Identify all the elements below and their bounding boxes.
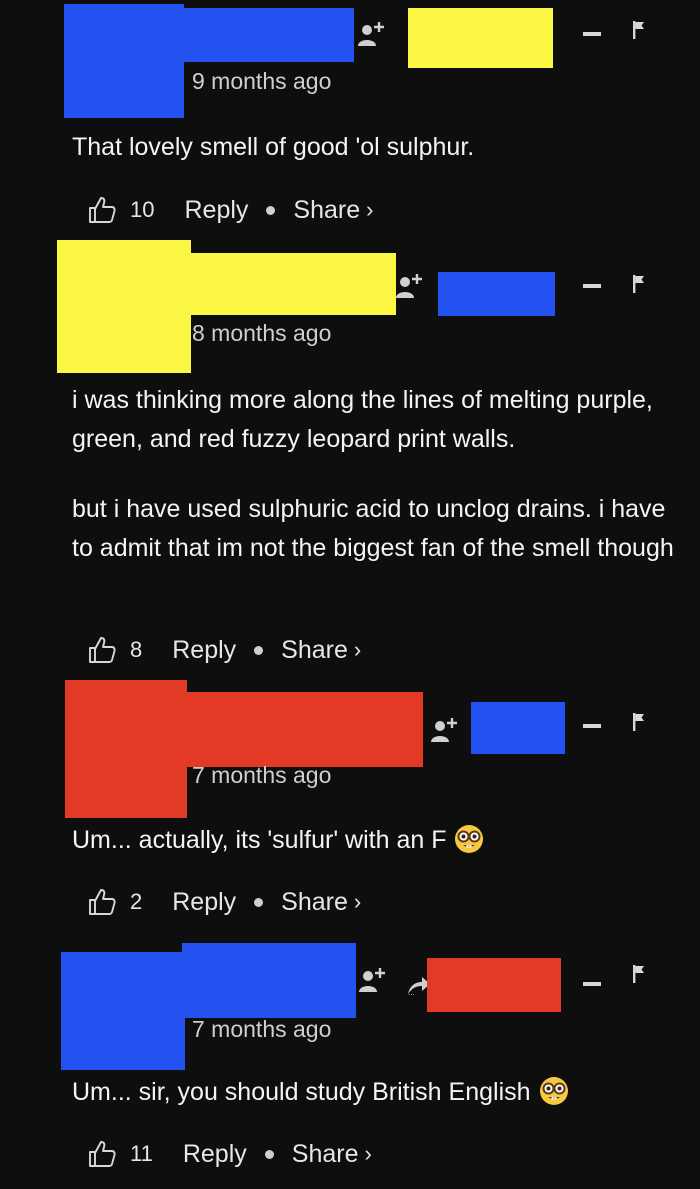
username[interactable] — [182, 943, 356, 1018]
chevron-right-icon: › — [364, 1141, 372, 1166]
comment-text: Um... sir, you should study British Engl… — [72, 1073, 682, 1112]
like-count: 11 — [130, 1141, 153, 1166]
separator-dot — [254, 897, 264, 907]
follow-icon[interactable] — [428, 714, 460, 746]
thumbs-up-icon[interactable] — [86, 634, 118, 666]
separator-dot — [264, 1149, 274, 1159]
comment-time: 9 months ago — [192, 68, 332, 94]
avatar[interactable] — [64, 4, 184, 118]
share-button[interactable]: Share — [292, 1140, 359, 1169]
comment: 7 months ago Um... actually, its 'sulfur… — [0, 676, 700, 936]
thumbs-up-icon[interactable] — [86, 886, 118, 918]
flag-icon[interactable] — [632, 274, 646, 294]
comment-actions: 8 Reply Share › — [86, 634, 361, 666]
reply-button[interactable]: Reply — [183, 1140, 247, 1169]
username[interactable] — [180, 8, 354, 62]
comment: 7 months ago Um... sir, you should study… — [0, 936, 700, 1189]
username[interactable] — [182, 692, 423, 767]
comment-paragraph: but i have used sulphuric acid to unclog… — [72, 495, 674, 562]
comment-text: That lovely smell of good 'ol sulphur. — [72, 128, 682, 167]
share-button[interactable]: Share — [293, 196, 360, 225]
comment: 8 months ago i was thinking more along t… — [0, 236, 700, 676]
thumbs-up-icon[interactable] — [86, 1138, 118, 1170]
comment-text: i was thinking more along the lines of m… — [72, 381, 682, 568]
minus-icon[interactable] — [583, 284, 601, 288]
thumbs-up-icon[interactable] — [86, 194, 118, 226]
comment-paragraph: That lovely smell of good 'ol sulphur. — [72, 133, 475, 161]
follow-icon[interactable] — [356, 964, 388, 996]
comment-time: 8 months ago — [192, 320, 332, 346]
minus-icon[interactable] — [583, 982, 601, 986]
flag-icon[interactable] — [632, 712, 646, 732]
reply-button[interactable]: Reply — [172, 636, 236, 665]
badge — [471, 702, 565, 754]
comment-actions: 2 Reply Share › — [86, 886, 361, 918]
like-count: 2 — [130, 889, 143, 914]
nerd-face-emoji — [539, 1076, 569, 1106]
chevron-right-icon: › — [353, 889, 362, 914]
comment-paragraph-text: Um... actually, its 'sulfur' with an F — [72, 826, 447, 854]
comment-paragraph: Um... sir, you should study British Engl… — [72, 1073, 682, 1112]
avatar[interactable] — [57, 240, 191, 373]
comment-actions: 10 Reply Share › — [86, 194, 373, 226]
separator-dot — [254, 645, 264, 655]
comment-paragraph-text: Um... sir, you should study British Engl… — [72, 1078, 531, 1106]
avatar[interactable] — [65, 680, 187, 818]
avatar[interactable] — [61, 952, 185, 1070]
share-button[interactable]: Share — [281, 636, 348, 665]
comment-time: 7 months ago — [192, 1016, 332, 1042]
flag-icon[interactable] — [632, 20, 646, 40]
comment-time: 7 months ago — [192, 762, 332, 788]
badge — [438, 272, 555, 316]
like-count: 10 — [130, 197, 155, 222]
badge — [427, 958, 561, 1012]
comment-text: Um... actually, its 'sulfur' with an F — [72, 821, 682, 860]
like-count: 8 — [130, 637, 143, 662]
nerd-face-emoji — [454, 824, 484, 854]
minus-icon[interactable] — [583, 724, 601, 728]
share-button[interactable]: Share — [281, 888, 348, 917]
flag-icon[interactable] — [632, 964, 646, 984]
badge — [408, 8, 553, 68]
separator-dot — [266, 205, 276, 215]
minus-icon[interactable] — [583, 32, 601, 36]
follow-icon[interactable] — [355, 18, 387, 50]
follow-icon[interactable] — [393, 270, 425, 302]
reply-button[interactable]: Reply — [172, 888, 236, 917]
username[interactable] — [186, 253, 396, 315]
comment-actions: 11 Reply Share › — [86, 1138, 372, 1170]
chevron-right-icon: › — [366, 197, 374, 222]
comment-paragraph: i was thinking more along the lines of m… — [72, 386, 653, 453]
reply-button[interactable]: Reply — [184, 196, 248, 225]
chevron-right-icon: › — [353, 637, 362, 662]
comment: 9 months ago That lovely smell of good '… — [0, 0, 700, 236]
comment-paragraph: Um... actually, its 'sulfur' with an F — [72, 821, 682, 860]
